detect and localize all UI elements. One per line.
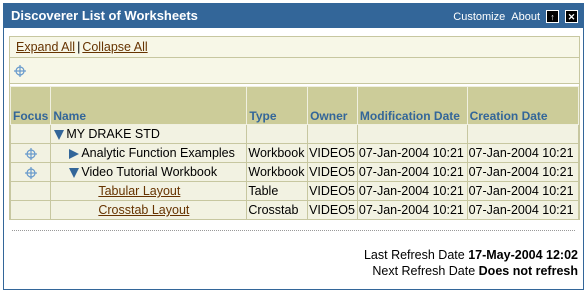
creation-date-cell bbox=[466, 124, 580, 144]
item-name: Video Tutorial Workbook bbox=[81, 165, 218, 179]
portlet-title: Discoverer List of Worksheets bbox=[11, 8, 198, 23]
column-header-focus: Focus bbox=[9, 86, 52, 125]
worksheet-panel: Expand All | Collapse All Focus Name Type … bbox=[9, 36, 580, 220]
worksheet-table: Focus Name Type Owner Modification Date … bbox=[9, 86, 580, 220]
table-row: Video Tutorial Workbook Workbook VIDEO5 07-… bbox=[9, 162, 580, 182]
type-cell: Workbook bbox=[246, 143, 309, 163]
minimize-icon[interactable]: ↑ bbox=[546, 10, 559, 23]
item-name: Analytic Function Examples bbox=[81, 146, 235, 160]
table-row: Analytic Function Examples Workbook VIDEO5… bbox=[9, 143, 580, 163]
name-cell: Crosstab Layout bbox=[50, 200, 248, 220]
name-cell: Video Tutorial Workbook bbox=[50, 162, 248, 182]
modification-date-cell: 07-Jan-2004 10:21 bbox=[356, 181, 468, 201]
focus-cell bbox=[9, 181, 52, 201]
triangle-down-icon[interactable] bbox=[54, 129, 65, 140]
close-icon[interactable]: ✕ bbox=[565, 10, 578, 23]
type-cell bbox=[246, 124, 309, 144]
crosshair-icon[interactable] bbox=[24, 147, 37, 160]
table-header-row: Focus Name Type Owner Modification Date … bbox=[9, 86, 580, 125]
table-row: Crosstab Layout Crosstab VIDEO5 07-Jan-2004… bbox=[9, 200, 580, 220]
crosshair-icon[interactable] bbox=[14, 65, 26, 77]
collapse-all-link[interactable]: Collapse All bbox=[82, 40, 147, 54]
next-refresh: Next Refresh Date Does not refresh bbox=[372, 264, 578, 278]
action-separator: | bbox=[77, 40, 81, 54]
column-header-owner[interactable]: Owner bbox=[307, 86, 358, 125]
about-link[interactable]: About bbox=[511, 11, 540, 23]
owner-cell: VIDEO5 bbox=[307, 143, 358, 163]
customize-link[interactable]: Customize bbox=[453, 11, 505, 23]
creation-date-cell: 07-Jan-2004 10:21 bbox=[466, 200, 580, 220]
modification-date-cell bbox=[356, 124, 468, 144]
type-cell: Crosstab bbox=[246, 200, 309, 220]
footer-divider bbox=[12, 230, 575, 231]
last-refresh: Last Refresh Date 17-May-2004 12:02 bbox=[364, 248, 578, 262]
creation-date-cell: 07-Jan-2004 10:21 bbox=[466, 162, 580, 182]
next-refresh-value: Does not refresh bbox=[478, 264, 578, 278]
crosshair-icon[interactable] bbox=[24, 166, 37, 179]
focus-cell bbox=[9, 162, 52, 182]
last-refresh-value: 17-May-2004 12:02 bbox=[468, 248, 578, 262]
worksheet-link[interactable]: Crosstab Layout bbox=[98, 203, 189, 217]
column-header-type[interactable]: Type bbox=[246, 86, 309, 125]
expand-collapse-bar: Expand All | Collapse All bbox=[10, 37, 579, 58]
column-header-name[interactable]: Name bbox=[50, 86, 248, 125]
owner-cell: VIDEO5 bbox=[307, 162, 358, 182]
worksheet-list-portlet: Discoverer List of Worksheets Customize … bbox=[3, 3, 584, 290]
triangle-down-icon[interactable] bbox=[69, 167, 80, 178]
portlet-titlebar: Discoverer List of Worksheets Customize … bbox=[4, 4, 583, 28]
column-header-creation-date[interactable]: Creation Date bbox=[466, 86, 580, 125]
last-refresh-label: Last Refresh Date bbox=[363, 248, 465, 262]
column-header-modification-date[interactable]: Modification Date bbox=[356, 86, 468, 125]
owner-cell bbox=[307, 124, 358, 144]
expand-all-link[interactable]: Expand All bbox=[16, 40, 75, 54]
creation-date-cell: 07-Jan-2004 10:21 bbox=[466, 181, 580, 201]
item-name: MY DRAKE STD bbox=[66, 127, 160, 141]
owner-cell: VIDEO5 bbox=[307, 200, 358, 220]
type-cell: Table bbox=[246, 181, 309, 201]
focus-cell bbox=[9, 143, 52, 163]
table-row: MY DRAKE STD bbox=[9, 124, 580, 144]
owner-cell: VIDEO5 bbox=[307, 181, 358, 201]
focus-cell bbox=[9, 124, 52, 144]
name-cell: Analytic Function Examples bbox=[50, 143, 248, 163]
modification-date-cell: 07-Jan-2004 10:21 bbox=[356, 162, 468, 182]
worksheet-link[interactable]: Tabular Layout bbox=[98, 184, 180, 198]
next-refresh-label: Next Refresh Date bbox=[372, 264, 476, 278]
name-cell: MY DRAKE STD bbox=[50, 124, 248, 144]
focus-bar bbox=[10, 58, 579, 84]
titlebar-actions: Customize About ↑ ✕ bbox=[453, 9, 578, 24]
creation-date-cell: 07-Jan-2004 10:21 bbox=[466, 143, 580, 163]
name-cell: Tabular Layout bbox=[50, 181, 248, 201]
table-row: Tabular Layout Table VIDEO5 07-Jan-2004 10:… bbox=[9, 181, 580, 201]
modification-date-cell: 07-Jan-2004 10:21 bbox=[356, 143, 468, 163]
focus-cell bbox=[9, 200, 52, 220]
type-cell: Workbook bbox=[246, 162, 309, 182]
triangle-right-icon[interactable] bbox=[69, 148, 80, 159]
modification-date-cell: 07-Jan-2004 10:21 bbox=[356, 200, 468, 220]
